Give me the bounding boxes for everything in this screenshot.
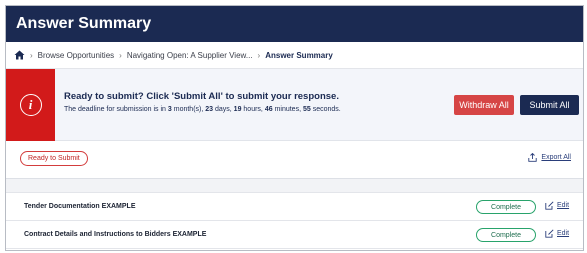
- alert-accent: i: [6, 69, 55, 141]
- home-icon[interactable]: [14, 50, 25, 60]
- answer-summary-panel: Answer Summary › Browse Opportunities › …: [5, 5, 584, 251]
- edit-label: Edit: [557, 230, 570, 237]
- breadcrumb-navigating-open[interactable]: Navigating Open: A Supplier View...: [127, 51, 253, 60]
- edit-icon: [545, 229, 554, 238]
- deadline-months-unit: month(s),: [171, 106, 206, 113]
- section-spacer: [6, 179, 583, 193]
- deadline-seconds: 55: [302, 106, 311, 113]
- deadline-days-unit: days,: [213, 106, 234, 113]
- title-bar: Answer Summary: [6, 6, 583, 42]
- deadline-hours-unit: hours,: [241, 106, 265, 113]
- deadline-prefix: The deadline for submission is in: [64, 106, 168, 113]
- alert-text: Ready to submit? Click 'Submit All' to s…: [64, 91, 341, 113]
- deadline-seconds-unit: seconds.: [310, 106, 341, 113]
- ready-to-submit-badge: Ready to Submit: [20, 151, 88, 166]
- list-item: Tender Documentation EXAMPLE Complete Ed…: [6, 193, 583, 221]
- deadline-minutes: 46: [264, 106, 273, 113]
- deadline-days: 23: [205, 106, 214, 113]
- submit-alert: i Ready to submit? Click 'Submit All' to…: [6, 69, 583, 141]
- edit-link[interactable]: Edit: [545, 201, 569, 210]
- export-all-link[interactable]: Export All: [528, 153, 571, 162]
- breadcrumb-separator: ›: [30, 50, 33, 60]
- page-title: Answer Summary: [16, 15, 152, 32]
- breadcrumb-browse-opportunities[interactable]: Browse Opportunities: [38, 51, 114, 60]
- status-bar: Ready to Submit Export All: [6, 141, 583, 179]
- breadcrumb: › Browse Opportunities › Navigating Open…: [6, 42, 583, 69]
- submit-all-button[interactable]: Submit All: [520, 95, 579, 115]
- breadcrumb-separator: ›: [119, 50, 122, 60]
- export-all-label: Export All: [541, 154, 571, 161]
- complete-status-badge: Complete: [476, 200, 536, 214]
- section-title: Tender Documentation EXAMPLE: [24, 203, 136, 210]
- section-title: Contract Details and Instructions to Bid…: [24, 231, 207, 238]
- edit-icon: [545, 201, 554, 210]
- breadcrumb-current: Answer Summary: [265, 50, 333, 60]
- complete-status-badge: Complete: [476, 228, 536, 242]
- alert-heading: Ready to submit? Click 'Submit All' to s…: [64, 91, 339, 102]
- export-icon: [528, 153, 538, 162]
- deadline-text: The deadline for submission is in 3 mont…: [64, 106, 341, 113]
- list-item: Contract Details and Instructions to Bid…: [6, 221, 583, 249]
- edit-link[interactable]: Edit: [545, 229, 569, 238]
- breadcrumb-separator: ›: [257, 50, 261, 60]
- withdraw-all-button[interactable]: Withdraw All: [454, 95, 514, 115]
- info-icon: i: [19, 94, 42, 116]
- edit-label: Edit: [557, 202, 570, 209]
- deadline-minutes-unit: minutes,: [272, 106, 303, 113]
